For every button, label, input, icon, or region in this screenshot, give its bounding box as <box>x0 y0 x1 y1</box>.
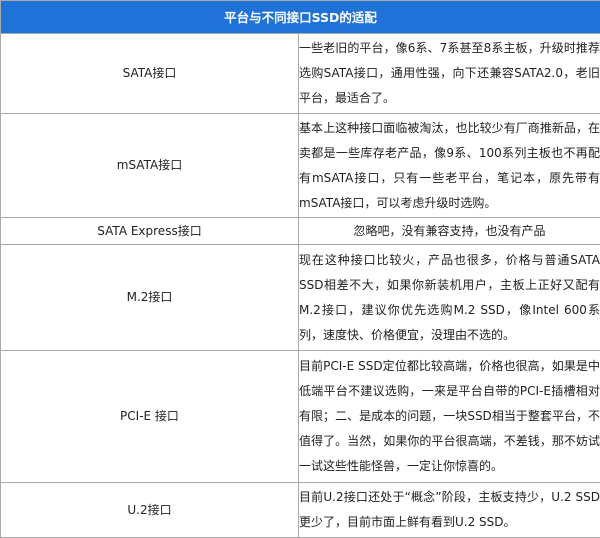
description-cell: 一些老旧的平台，像6系、7系甚至8系主板，升级时推荐选购SATA接口，通用性强，… <box>299 34 600 114</box>
description-cell: 目前U.2接口还处于“概念”阶段，主板支持少，U.2 SSD更少了，目前市面上鲜… <box>299 483 600 538</box>
description-cell: 基本上这种接口面临被淘汰，也比较少有厂商推新品，在卖都是一些库存老产品，像9系、… <box>299 114 600 218</box>
description-cell: 忽略吧，没有兼容支持，也没有产品 <box>299 218 600 245</box>
interface-cell: M.2接口 <box>1 245 299 351</box>
description-cell: 现在这种接口比较火，产品也很多，价格与普通SATA SSD相差不大，如果你新装机… <box>299 245 600 351</box>
interface-cell: PCI-E 接口 <box>1 351 299 483</box>
description-cell: 目前PCI-E SSD定位都比较高端，价格也很高，如果是中低端平台不建议选购，一… <box>299 351 600 483</box>
table-row: U.2接口 目前U.2接口还处于“概念”阶段，主板支持少，U.2 SSD更少了，… <box>1 483 600 538</box>
table-title: 平台与不同接口SSD的适配 <box>1 1 600 34</box>
interface-cell: SATA Express接口 <box>1 218 299 245</box>
table-row: M.2接口 现在这种接口比较火，产品也很多，价格与普通SATA SSD相差不大，… <box>1 245 600 351</box>
ssd-interface-table: 平台与不同接口SSD的适配 SATA接口 一些老旧的平台，像6系、7系甚至8系主… <box>0 0 600 538</box>
table-header-row: 平台与不同接口SSD的适配 <box>1 1 600 34</box>
table-row: PCI-E 接口 目前PCI-E SSD定位都比较高端，价格也很高，如果是中低端… <box>1 351 600 483</box>
table-row: SATA接口 一些老旧的平台，像6系、7系甚至8系主板，升级时推荐选购SATA接… <box>1 34 600 114</box>
interface-cell: U.2接口 <box>1 483 299 538</box>
interface-cell: SATA接口 <box>1 34 299 114</box>
table-row: mSATA接口 基本上这种接口面临被淘汰，也比较少有厂商推新品，在卖都是一些库存… <box>1 114 600 218</box>
table-row: SATA Express接口 忽略吧，没有兼容支持，也没有产品 <box>1 218 600 245</box>
interface-cell: mSATA接口 <box>1 114 299 218</box>
